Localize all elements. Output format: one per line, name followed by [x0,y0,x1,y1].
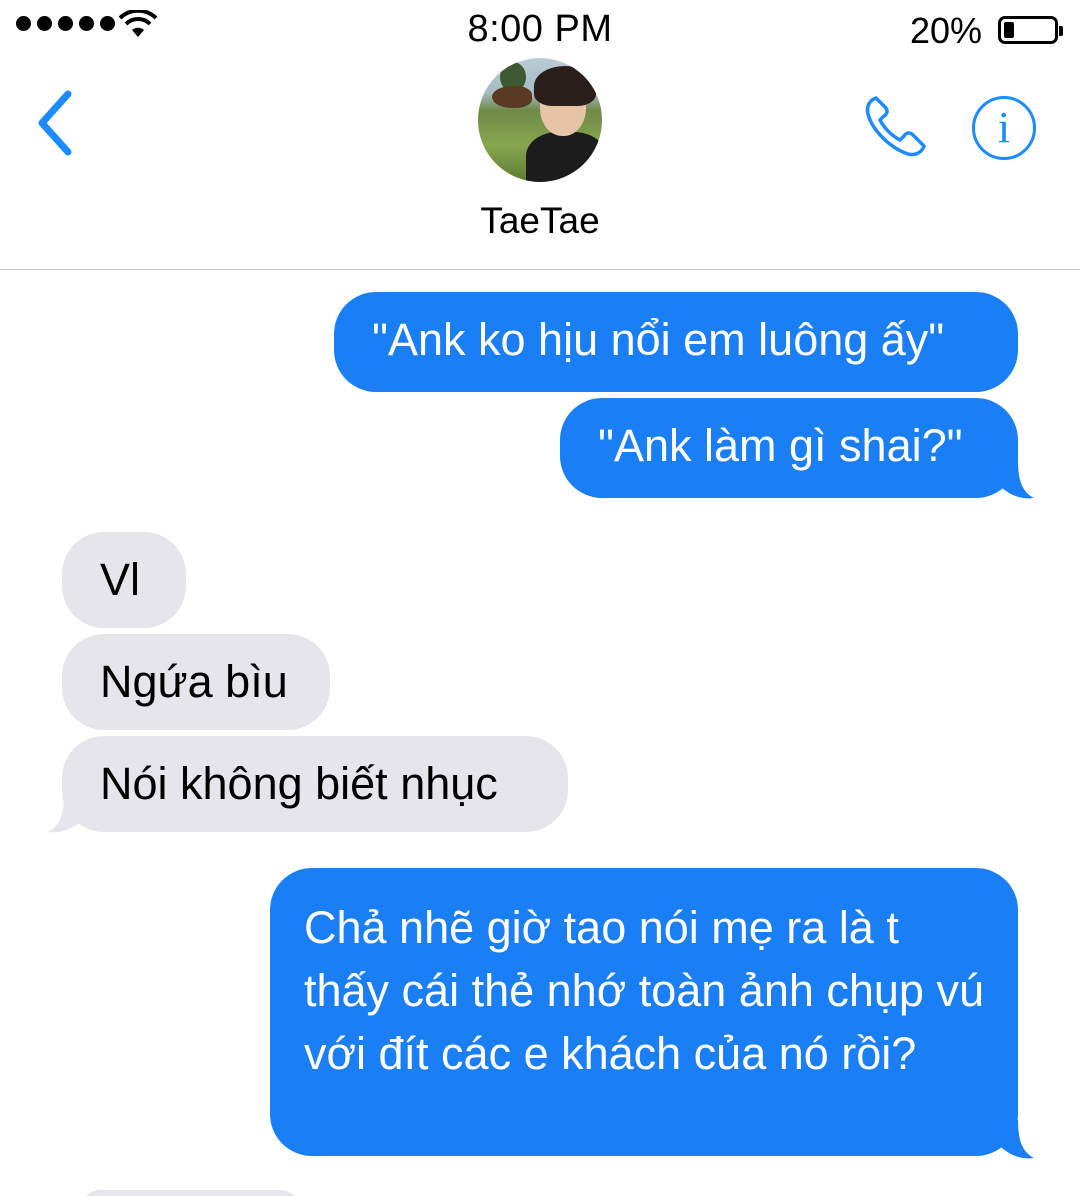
back-chevron-icon[interactable] [30,88,82,158]
phone-icon[interactable] [862,92,930,160]
contact-name[interactable]: TaeTae [0,200,1080,242]
info-icon[interactable]: i [972,96,1036,160]
message-text: Ngứa bìu [100,656,288,707]
message-text: "Ank làm gì shai?" [598,420,963,471]
avatar-horse [492,86,532,108]
battery-fill [1004,22,1014,38]
message-bubble-sent[interactable]: Chả nhẽ giờ tao nói mẹ ra là t thấy cái … [270,868,1018,1156]
bubble-tail [1000,1120,1034,1159]
message-text: "Ank ko hịu nổi em luông ấy" [372,314,945,365]
message-bubble-sent[interactable]: "Ank làm gì shai?" [560,398,1018,498]
battery-percent: 20% [909,10,982,51]
message-bubble-received[interactable]: Vl [62,532,186,628]
battery-icon [998,16,1063,44]
avatar-body [526,132,602,182]
message-text: Vl [100,554,141,605]
info-glyph: i [997,103,1011,152]
status-bar: 8:00 PM 20% [0,0,1080,58]
message-text: Chả nhẽ giờ tao nói mẹ ra là t thấy cái … [304,902,984,1079]
bubble-tail [1000,460,1034,499]
contact-avatar[interactable] [478,58,602,182]
conversation-header: TaeTae i [0,58,1080,270]
message-bubble-received[interactable]: Nói không biết nhục [62,736,568,832]
message-bubble-received[interactable]: Ngứa bìu [62,634,330,730]
bubble-tail [48,794,82,833]
message-bubble-received-partial[interactable] [80,1190,300,1196]
message-bubble-sent[interactable]: "Ank ko hịu nổi em luông ấy" [334,292,1018,392]
avatar-hair [534,66,596,106]
message-text: Nói không biết nhục [100,758,498,809]
